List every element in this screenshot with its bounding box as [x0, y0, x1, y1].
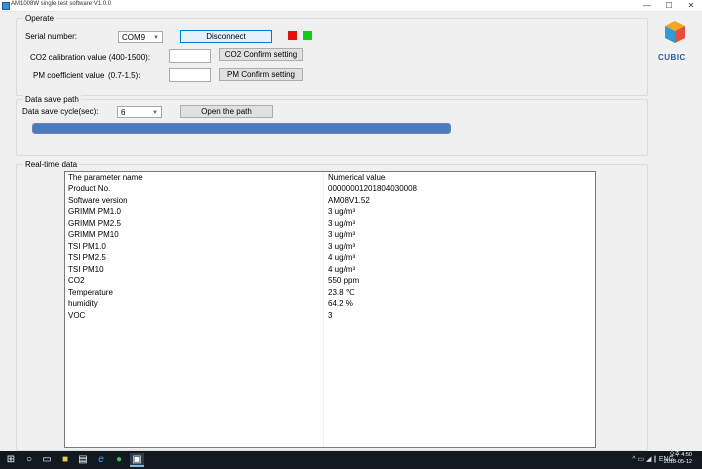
serial-number-label: Serial number:	[25, 32, 78, 41]
row-value: 550 ppm	[328, 276, 360, 285]
row-value: 3	[328, 310, 333, 320]
pm-coefficient-input[interactable]	[169, 68, 211, 82]
row-value: 3 ug/m³	[328, 218, 356, 228]
chevron-down-icon: ▼	[152, 110, 158, 116]
task-view-icon[interactable]: ▭	[40, 453, 54, 467]
row-parameter: Software version	[68, 195, 128, 205]
row-value: 3 ug/m³	[328, 230, 356, 239]
table-row[interactable]: GRIMM PM1.0 3 ug/m³	[65, 207, 595, 218]
search-icon[interactable]: ○	[22, 453, 36, 467]
disconnect-button[interactable]: Disconnect	[180, 30, 272, 43]
table-row[interactable]: TSI PM2.5 4 ug/m³	[65, 253, 595, 264]
table-row[interactable]: Product No. 00000001201804030008	[65, 184, 595, 195]
save-progress-fill	[33, 124, 450, 133]
row-value: 23.8 ℃	[328, 287, 355, 297]
status-led-red	[288, 31, 297, 40]
row-value: 4 ug/m³	[328, 253, 356, 262]
window-title: AM1008W single test software V1.0.0	[11, 1, 112, 7]
realtime-data-table[interactable]: The parameter name Numerical value Produ…	[64, 171, 596, 448]
active-app-taskbar-icon[interactable]: ▣	[130, 453, 144, 467]
row-parameter: CO2	[68, 276, 85, 285]
table-row[interactable]: Temperature 23.8 ℃	[65, 288, 595, 299]
co2-calibration-input[interactable]	[169, 49, 211, 63]
store-icon[interactable]: ▤	[76, 453, 90, 467]
chevron-down-icon: ▼	[153, 35, 159, 41]
status-led-green	[303, 31, 312, 40]
app-icon-green[interactable]: ●	[112, 453, 126, 467]
clock-date: 2018-05-12	[663, 459, 692, 465]
serial-port-select[interactable]: COM9 ▼	[118, 31, 163, 43]
close-button[interactable]: ✕	[680, 0, 702, 11]
row-value: AM08V1.52	[328, 195, 370, 205]
pm-confirm-button[interactable]: PM Confirm setting	[219, 68, 303, 81]
co2-confirm-button[interactable]: CO2 Confirm setting	[219, 48, 303, 61]
table-row[interactable]: humidity 64.2 %	[65, 299, 595, 310]
row-parameter: GRIMM PM10	[68, 230, 119, 239]
logo-text: CUBIC	[658, 53, 686, 62]
row-parameter: GRIMM PM2.5	[68, 218, 121, 228]
data-save-cycle-select[interactable]: 6 ▼	[117, 106, 162, 118]
table-row[interactable]: TSI PM1.0 3 ug/m³	[65, 242, 595, 253]
row-value: 64.2 %	[328, 299, 353, 308]
maximize-button[interactable]: ☐	[658, 0, 680, 11]
taskbar-clock[interactable]: 오후 4:50 2018-05-12	[664, 452, 692, 466]
open-path-button[interactable]: Open the path	[180, 105, 273, 118]
row-value: 3 ug/m³	[328, 207, 356, 216]
save-progress-bar	[32, 123, 451, 134]
row-value: 3 ug/m³	[328, 241, 356, 251]
table-row[interactable]: GRIMM PM10 3 ug/m³	[65, 230, 595, 241]
file-explorer-icon[interactable]: ■	[58, 453, 72, 467]
row-parameter: TSI PM1.0	[68, 241, 106, 251]
row-value: 00000001201804030008	[328, 184, 417, 193]
data-save-cycle-value: 6	[121, 108, 126, 117]
table-row[interactable]: CO2 550 ppm	[65, 276, 595, 287]
table-header-row: The parameter name Numerical value	[65, 173, 595, 184]
row-parameter: humidity	[68, 299, 98, 308]
row-value: 4 ug/m³	[328, 264, 356, 274]
windows-start-icon[interactable]: ⊞	[4, 453, 18, 467]
table-row[interactable]: TSI PM10 4 ug/m³	[65, 265, 595, 276]
cube-logo-icon	[665, 21, 685, 43]
window-controls: — ☐ ✕	[636, 0, 702, 11]
realtime-data-group-title: Real-time data	[23, 160, 80, 169]
row-parameter: Product No.	[68, 184, 111, 193]
taskbar: ⊞ ○ ▭ ■ ▤ e ● ▣ ^ ▭ ◢ ∥ ENG 오후 4:50 2018…	[0, 451, 702, 469]
title-bar: AM1008W single test software V1.0.0 — ☐ …	[0, 0, 702, 12]
row-parameter: VOC	[68, 310, 86, 320]
row-parameter: TSI PM10	[68, 264, 104, 274]
data-save-cycle-label: Data save cycle(sec):	[22, 107, 99, 116]
edge-browser-icon[interactable]: e	[94, 453, 108, 467]
app-icon	[2, 2, 10, 10]
app-client-area: Operate Serial number: COM9 ▼ Disconnect…	[0, 12, 702, 451]
serial-port-value: COM9	[122, 33, 146, 42]
co2-calibration-label: CO2 calibration value (400-1500):	[30, 53, 151, 62]
table-row[interactable]: GRIMM PM2.5 3 ug/m³	[65, 219, 595, 230]
data-save-group-title: Data save path	[23, 95, 81, 104]
header-numerical-value[interactable]: Numerical value	[328, 173, 385, 182]
header-parameter-name[interactable]: The parameter name	[68, 173, 143, 182]
table-row[interactable]: Software version AM08V1.52	[65, 196, 595, 207]
clock-time: 오후 4:50	[669, 452, 692, 458]
operate-group-title: Operate	[23, 14, 56, 23]
cubic-logo: CUBIC	[658, 19, 690, 62]
pm-coefficient-label: PM coefficient value	[33, 71, 105, 80]
row-parameter: GRIMM PM1.0	[68, 207, 121, 216]
pm-coefficient-range: (0.7-1.5):	[108, 71, 141, 80]
row-parameter: Temperature	[68, 287, 113, 297]
table-row[interactable]: VOC 3	[65, 311, 595, 322]
minimize-button[interactable]: —	[636, 0, 658, 11]
row-parameter: TSI PM2.5	[68, 253, 106, 262]
